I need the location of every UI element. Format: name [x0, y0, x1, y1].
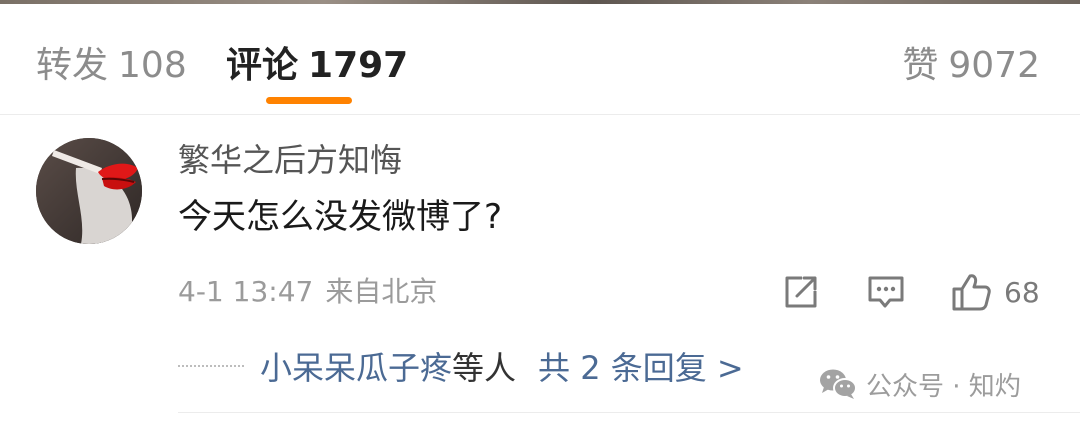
comment-location: 来自北京: [325, 275, 438, 308]
reply-icon: [868, 276, 904, 308]
active-tab-indicator: [266, 97, 352, 104]
tab-comment-count: 1797: [308, 45, 409, 86]
comment-text: 今天怎么没发微博了?: [178, 197, 503, 237]
share-button[interactable]: [782, 272, 820, 312]
reply-suffix: 等人: [452, 349, 517, 387]
tab-comment-label: 评论: [226, 45, 299, 86]
share-icon: [785, 276, 817, 308]
watermark: 公众号 · 知灼: [818, 362, 1021, 406]
divider: [0, 114, 1080, 115]
tab-bar: 转发 108 评论 1797 赞 9072: [0, 4, 1080, 114]
divider: [178, 412, 1080, 413]
like-count: 68: [1004, 275, 1040, 309]
reply-button[interactable]: [866, 272, 906, 312]
reply-summary[interactable]: 小呆呆瓜子疼 等人 共 2 条回复 >: [178, 344, 744, 388]
tab-like-label: 赞: [902, 45, 939, 86]
reply-count-link[interactable]: 共 2 条回复 >: [538, 343, 744, 389]
tab-like[interactable]: 赞 9072: [902, 44, 1040, 88]
tab-repost[interactable]: 转发 108: [36, 44, 187, 88]
wechat-icon: [820, 369, 857, 399]
tab-repost-count: 108: [118, 45, 187, 86]
avatar[interactable]: [36, 138, 142, 244]
like-icon: [952, 274, 991, 311]
tab-comment[interactable]: 评论 1797: [226, 44, 408, 88]
like-button[interactable]: 68: [950, 272, 1040, 312]
tab-like-count: 9072: [948, 45, 1040, 86]
comment-username[interactable]: 繁华之后方知悔: [178, 140, 402, 180]
comment-date: 4-1 13:47: [178, 275, 314, 308]
comment-meta: 4-1 13:47 来自北京: [178, 274, 437, 310]
dotted-line: [178, 365, 244, 367]
reply-user-name[interactable]: 小呆呆瓜子疼: [260, 343, 452, 389]
watermark-text: 公众号 · 知灼: [866, 371, 1021, 402]
tab-repost-label: 转发: [36, 45, 109, 86]
